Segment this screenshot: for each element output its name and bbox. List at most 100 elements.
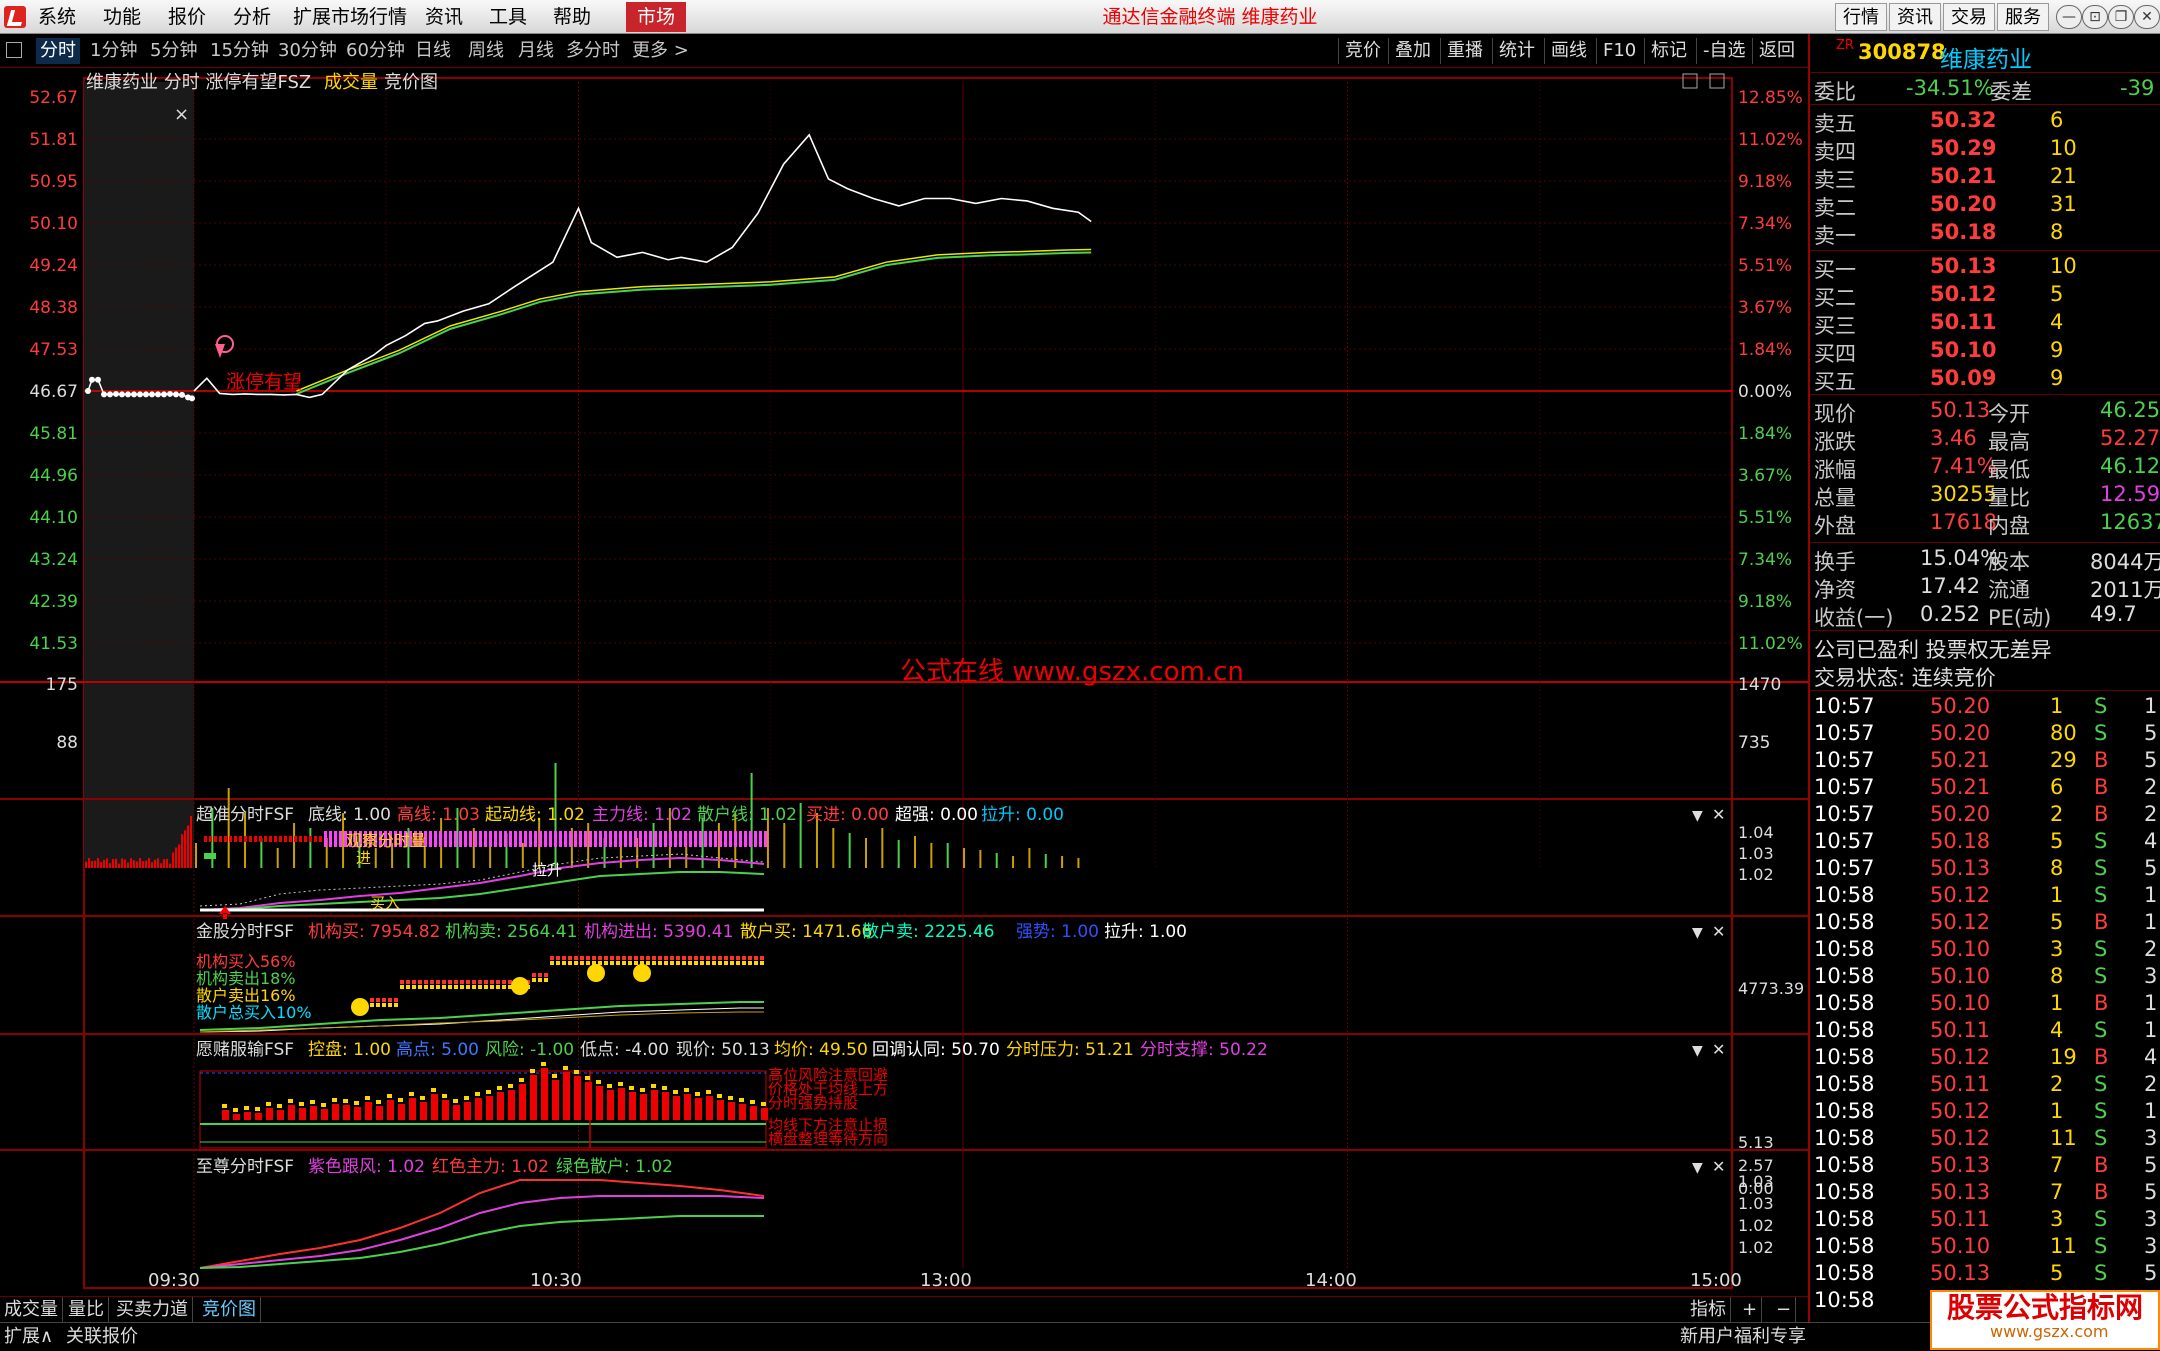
menu-tools[interactable]: 工具 xyxy=(489,0,527,34)
tool-watchlist-button[interactable]: -自选 xyxy=(1696,38,1746,64)
period-tab-1min[interactable]: 1分钟 xyxy=(90,38,137,64)
ind3-bar xyxy=(420,1102,427,1120)
period-tab-week[interactable]: 周线 xyxy=(468,38,504,64)
chart-header-volume: 成交量 xyxy=(324,72,378,93)
period-tab-15min[interactable]: 15分钟 xyxy=(210,38,269,64)
expand-button[interactable]: 扩展∧ xyxy=(4,1323,53,1351)
top-service-button[interactable]: 服务 xyxy=(1997,3,2049,31)
ind1-tag-in: 进 xyxy=(356,849,371,867)
status-bar: 扩展∧ 关联报价 新用户福利专享 xyxy=(0,1322,2160,1350)
period-tab-5min[interactable]: 5分钟 xyxy=(150,38,197,64)
period-tab-month[interactable]: 月线 xyxy=(518,38,554,64)
related-quote-button[interactable]: 关联报价 xyxy=(66,1323,138,1351)
tool-overlay-button[interactable]: 叠加 xyxy=(1388,38,1431,64)
tool-back-button[interactable]: 返回 xyxy=(1752,38,1795,64)
tool-bid-button[interactable]: 竞价 xyxy=(1338,38,1381,64)
menu-analysis[interactable]: 分析 xyxy=(233,0,271,34)
close-icon[interactable]: ✕ xyxy=(2134,5,2160,29)
period-tab-30min[interactable]: 30分钟 xyxy=(278,38,337,64)
stat-label: 最低 xyxy=(1988,458,2030,482)
menu-news[interactable]: 资讯 xyxy=(425,0,463,34)
tick-volume: 80 xyxy=(2050,721,2077,745)
menu-system[interactable]: 系统 xyxy=(38,0,76,34)
bottom-tab-volume[interactable]: 成交量 xyxy=(0,1297,63,1323)
ind2-dot xyxy=(706,961,710,965)
chart-settings-icon[interactable] xyxy=(1682,73,1698,89)
market-button[interactable]: 市场 xyxy=(626,2,686,32)
intraday-chart[interactable]: 维康药业 分时 涨停有望FSZ 成交量 竞价图 × 52.67 51.81 50.9… xyxy=(0,68,1808,1296)
menu-function[interactable]: 功能 xyxy=(103,0,141,34)
ind3-bar xyxy=(530,1075,537,1120)
fund-label: 换手 xyxy=(1814,550,1856,574)
period-tab-fenshi[interactable]: 分时 xyxy=(36,38,80,64)
period-tab-multi[interactable]: 多分时 xyxy=(566,38,620,64)
ind3-cap xyxy=(420,1096,425,1100)
tool-stats-button[interactable]: 统计 xyxy=(1492,38,1535,64)
auction-point xyxy=(107,391,113,398)
top-news-button[interactable]: 资讯 xyxy=(1889,3,1941,31)
indicator-button[interactable]: 指标 xyxy=(1686,1297,1731,1323)
ind3-bar xyxy=(596,1086,603,1120)
auction-point xyxy=(113,390,119,397)
tick-side: S xyxy=(2094,721,2108,745)
smiley-icon xyxy=(351,998,369,1016)
ind3-bar xyxy=(662,1092,669,1120)
ind2-dot xyxy=(376,1003,380,1007)
chart-maximize-icon[interactable] xyxy=(1709,73,1725,89)
fund-label: 流通 xyxy=(1988,578,2030,602)
ind2-dot xyxy=(418,980,422,984)
ind2-dot xyxy=(730,961,734,965)
restore-icon[interactable]: ⊡ xyxy=(2082,5,2108,29)
ind2-dot xyxy=(700,956,704,960)
ind3-cap xyxy=(662,1086,667,1090)
ind2-dot xyxy=(562,956,566,960)
ind2-dots xyxy=(370,956,764,1007)
stock-name[interactable]: 维康药业 xyxy=(1940,40,2032,74)
minimize-icon[interactable]: — xyxy=(2056,5,2082,29)
ind1-bar xyxy=(679,831,682,847)
ind1-bar xyxy=(429,831,432,847)
tool-mark-button[interactable]: 标记 xyxy=(1644,38,1687,64)
bottom-tab-force[interactable]: 买卖力道 xyxy=(112,1297,193,1323)
period-tab-60min[interactable]: 60分钟 xyxy=(346,38,405,64)
ind2-dot xyxy=(538,978,542,982)
tool-f10-button[interactable]: F10 xyxy=(1596,38,1636,64)
top-quote-button[interactable]: 行情 xyxy=(1835,3,1887,31)
tool-replay-button[interactable]: 重播 xyxy=(1440,38,1483,64)
ind1-bar xyxy=(309,836,312,842)
tick-side: B xyxy=(2094,1180,2109,1204)
tick-volume: 19 xyxy=(2050,1045,2077,1069)
ind3-bar xyxy=(497,1092,504,1120)
ind2-dot xyxy=(760,956,764,960)
period-tab-more[interactable]: 更多 > xyxy=(632,38,689,64)
ind2-dot xyxy=(532,978,536,982)
menu-help[interactable]: 帮助 xyxy=(553,0,591,34)
bid-volume: 5 xyxy=(2050,282,2064,306)
ind2-dot xyxy=(580,961,584,965)
top-trade-button[interactable]: 交易 xyxy=(1943,3,1995,31)
ind1-bar xyxy=(749,831,752,847)
ind3-note-red-2: 分时强势持股 xyxy=(768,1094,858,1112)
add-indicator-button[interactable]: + xyxy=(1738,1297,1763,1323)
maximize-icon[interactable]: ❐ xyxy=(2108,5,2134,29)
panel-toggle-icon[interactable] xyxy=(6,42,22,58)
app-logo-icon[interactable] xyxy=(4,6,26,28)
ind3-cap xyxy=(486,1090,491,1094)
menu-ext-market[interactable]: 扩展市场行情 xyxy=(293,0,407,34)
ind1-bar xyxy=(269,836,272,842)
menu-quote[interactable]: 报价 xyxy=(168,0,206,34)
bottom-tab-bid[interactable]: 竞价图 xyxy=(198,1297,261,1323)
period-tab-day[interactable]: 日线 xyxy=(415,38,451,64)
ind2-retail-sell: 散户卖: 2225.46 xyxy=(862,922,994,942)
ind2-dot xyxy=(460,985,464,989)
tool-draw-button[interactable]: 画线 xyxy=(1544,38,1587,64)
ask-price: 50.21 xyxy=(1930,164,1997,188)
tick-volume: 7 xyxy=(2050,1153,2064,1177)
stat-label: 内盘 xyxy=(1988,514,2030,538)
price-tick: 49.24 xyxy=(29,256,78,276)
bottom-tab-volratio[interactable]: 量比 xyxy=(64,1297,109,1323)
remove-indicator-button[interactable]: − xyxy=(1772,1297,1797,1323)
ind1-tag-watch: 观察分时量 xyxy=(346,831,426,850)
new-user-benefit[interactable]: 新用户福利专享 xyxy=(1680,1323,1806,1351)
ind1-bar xyxy=(219,836,222,842)
